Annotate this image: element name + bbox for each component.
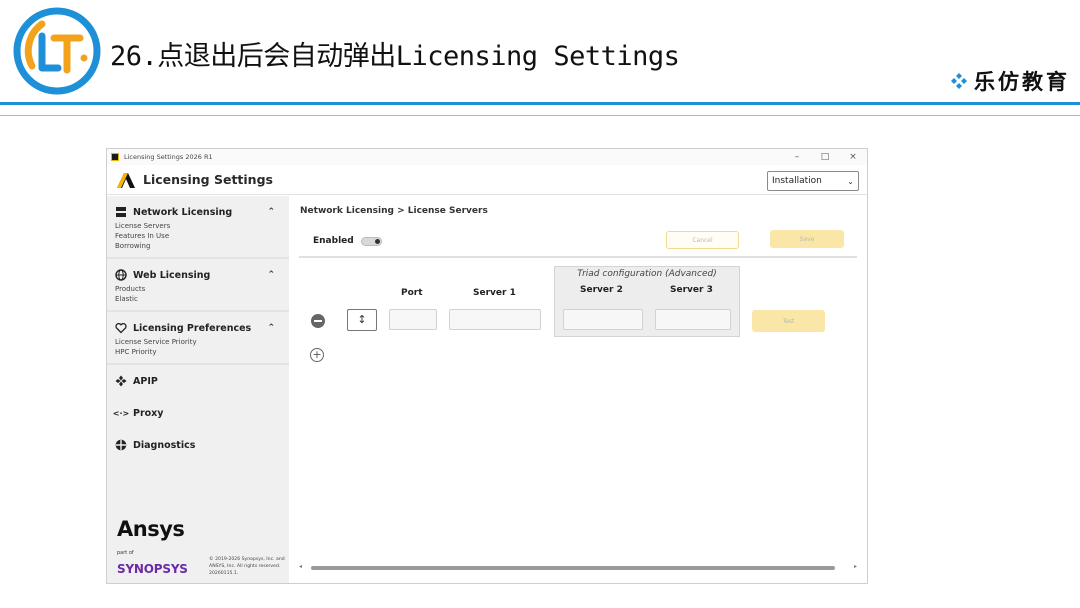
sidebar-item-label: APIP [133,375,158,387]
minimize-button[interactable]: – [783,149,811,165]
add-row-icon[interactable]: + [310,348,324,362]
breadcrumb: Network Licensing > License Servers [300,206,488,216]
synopsys-wordmark: SYNOPSYS [117,562,188,576]
close-button[interactable]: × [839,149,867,165]
copyright-text: © 2019-2026 Synopsys, Inc. and ANSYS, In… [209,557,285,576]
reorder-button[interactable]: ↕ [347,309,377,331]
ansys-logo: Ansys part of SYNOPSYS [117,519,205,577]
remove-row-icon[interactable] [311,314,325,328]
server3-input[interactable] [655,309,731,330]
installation-select-value: Installation [772,176,822,186]
diagnostics-icon [115,439,127,451]
chevron-down-icon: ⌄ [847,176,854,186]
server2-header: Server 2 [580,285,623,295]
server3-header: Server 3 [670,285,713,295]
installation-select[interactable]: Installation ⌄ [767,171,859,191]
port-input[interactable] [389,309,437,330]
sidebar-footer: Ansys part of SYNOPSYS © 2019-2026 Synop… [117,519,289,577]
scroll-left-icon[interactable]: ◂ [299,563,302,570]
lt-logo [13,7,101,95]
brand: 乐仿教育 [950,66,1070,96]
sidebar: Network Licensing ⌃ License Servers Feat… [107,196,289,583]
sidebar-subitem-borrowing[interactable]: Borrowing [115,242,281,251]
apip-icon [115,375,127,387]
globe-icon [115,269,127,281]
sidebar-item-proxy[interactable]: <·> Proxy [107,397,289,429]
cancel-button[interactable]: Cancel [666,231,739,249]
header-rule-gold [0,115,1080,116]
chevron-up-icon[interactable]: ⌃ [267,207,275,217]
test-button[interactable]: Test [752,310,825,332]
sidebar-subitem-license-service-priority[interactable]: License Service Priority [115,338,281,347]
sidebar-item-label: Proxy [133,407,164,419]
sidebar-section-network[interactable]: Network Licensing ⌃ License Servers Feat… [107,196,289,259]
sidebar-item-licensing-preferences[interactable]: Licensing Preferences [133,323,251,334]
server1-header: Server 1 [473,288,516,298]
sidebar-item-label: Diagnostics [133,439,196,451]
sidebar-item-web-licensing[interactable]: Web Licensing [133,270,210,281]
part-of-label: part of [117,550,134,556]
sidebar-item-network-licensing[interactable]: Network Licensing [133,207,232,218]
slide-title: 26.点退出后会自动弹出Licensing Settings [110,41,680,72]
maximize-button[interactable]: □ [811,149,839,165]
server1-input[interactable] [449,309,541,330]
scroll-right-icon[interactable]: ▸ [854,563,857,570]
scrollbar-thumb[interactable] [311,566,835,570]
chevron-up-icon[interactable]: ⌃ [267,270,275,280]
sidebar-subitem-elastic[interactable]: Elastic [115,295,281,304]
triad-title: Triad configuration (Advanced) [577,269,717,279]
app-header: Licensing Settings [107,165,867,195]
app-title: Licensing Settings [143,172,273,187]
enabled-label: Enabled [313,236,354,246]
sidebar-section-preferences[interactable]: Licensing Preferences ⌃ License Service … [107,312,289,365]
diamond-cluster-icon [951,73,967,89]
app-small-icon [111,153,119,161]
brand-text: 乐仿教育 [974,69,1070,94]
enabled-toggle[interactable] [361,237,382,246]
window-title-text: Licensing Settings 2026 R1 [124,153,213,161]
window-titlebar: Licensing Settings 2026 R1 – □ × [107,149,867,165]
sidebar-item-apip[interactable]: APIP [107,365,289,397]
licensing-window: Licensing Settings 2026 R1 – □ × Licensi… [106,148,868,584]
heart-icon [115,323,127,334]
sidebar-item-diagnostics[interactable]: Diagnostics [107,429,289,461]
sidebar-subitem-features-in-use[interactable]: Features In Use [115,232,281,241]
ansys-wordmark: Ansys [117,517,185,541]
sidebar-section-web[interactable]: Web Licensing ⌃ Products Elastic [107,259,289,312]
ansys-a-icon [117,172,135,188]
port-header: Port [401,288,423,298]
save-button[interactable]: Save [770,230,844,248]
triad-config-panel: Triad configuration (Advanced) Server 2 … [554,266,740,337]
horizontal-scrollbar[interactable]: ◂ ▸ [299,563,857,571]
sidebar-subitem-hpc-priority[interactable]: HPC Priority [115,348,281,357]
chevron-up-icon[interactable]: ⌃ [267,323,275,333]
sidebar-subitem-license-servers[interactable]: License Servers [115,222,281,231]
proxy-icon: <·> [112,408,130,418]
header-rule-blue [0,102,1080,105]
sidebar-subitem-products[interactable]: Products [115,285,281,294]
server-icon [116,207,126,217]
main-panel: Network Licensing > License Servers Enab… [289,196,867,583]
divider [299,256,857,258]
server2-input[interactable] [563,309,643,330]
